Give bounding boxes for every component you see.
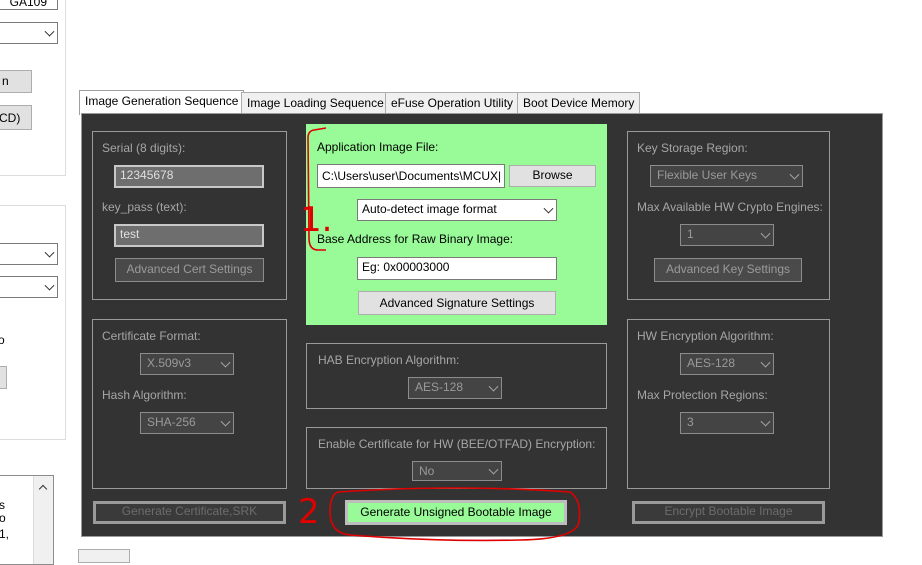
red-annotation-overlay bbox=[307, 127, 581, 542]
annotation-one: 1. bbox=[300, 200, 333, 240]
annotation-two: 2 bbox=[298, 492, 320, 532]
annotation-ellipse bbox=[329, 487, 581, 542]
